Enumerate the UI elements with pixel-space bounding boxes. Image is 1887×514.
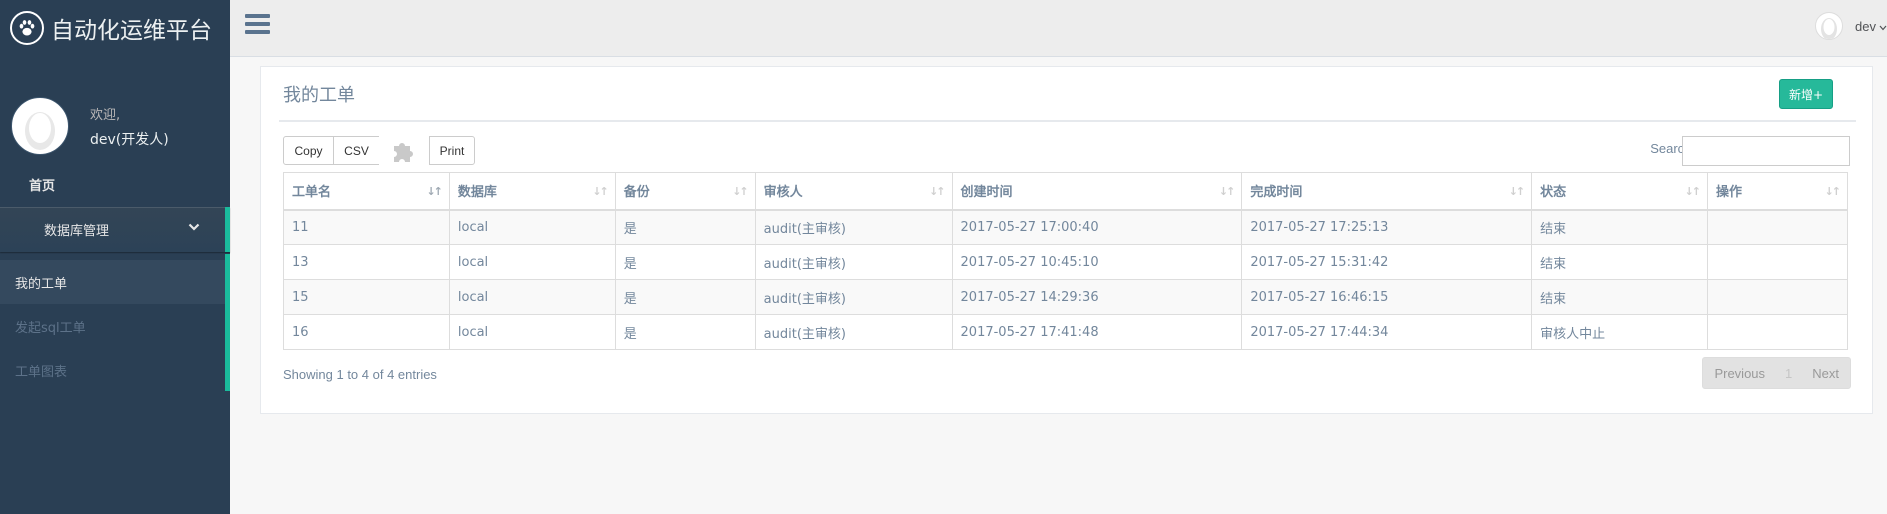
next-page-button[interactable]: Next xyxy=(1801,358,1850,388)
divider xyxy=(279,120,1856,122)
cell-database: local xyxy=(448,314,616,350)
cell-status: 结束 xyxy=(1531,209,1709,245)
cell-created-time: 2017-05-27 17:00:40 xyxy=(951,209,1243,245)
cell-backup: 是 xyxy=(614,314,756,350)
cell-status: 结束 xyxy=(1531,244,1709,280)
sidebar: 自动化运维平台 欢迎, dev(开发人) 首页 数据库管理 我的工单 发起sql… xyxy=(0,0,230,514)
column-header-label: 工单名 xyxy=(292,185,332,201)
cell-ticket-name: 15 xyxy=(283,279,450,315)
table-row: 15 local 是 audit(主审核) 2017-05-27 14:29:3… xyxy=(283,279,1848,315)
cell-status: 审核人中止 xyxy=(1531,314,1709,350)
cell-finished-time: 2017-05-27 16:46:15 xyxy=(1241,279,1533,315)
welcome-text: 欢迎, xyxy=(90,107,121,123)
cell-actions xyxy=(1707,209,1848,245)
cell-reviewer: audit(主审核) xyxy=(754,314,953,350)
profile: 欢迎, dev(开发人) xyxy=(0,56,230,176)
nav-database-management-label: 数据库管理 xyxy=(44,224,110,239)
cell-created-time: 2017-05-27 14:29:36 xyxy=(951,279,1243,315)
cell-reviewer: audit(主审核) xyxy=(754,209,953,245)
cell-database: local xyxy=(448,279,616,315)
cell-backup: 是 xyxy=(614,279,756,315)
cell-ticket-name: 13 xyxy=(283,244,450,280)
column-header-label: 审核人 xyxy=(763,185,803,201)
submenu-new-sql-ticket[interactable]: 发起sql工单 xyxy=(0,304,225,348)
chevron-down-icon xyxy=(188,221,200,236)
sort-icon: ↓↑ xyxy=(1684,185,1702,198)
cell-created-time: 2017-05-27 17:41:48 xyxy=(951,314,1243,350)
column-header-label: 状态 xyxy=(1540,185,1567,201)
table-row: 11 local 是 audit(主审核) 2017-05-27 17:00:4… xyxy=(283,209,1848,245)
copy-button[interactable]: Copy xyxy=(283,136,334,165)
paw-icon xyxy=(10,11,44,45)
cell-database: local xyxy=(448,209,616,245)
cell-database: local xyxy=(448,244,616,280)
column-header-reviewer[interactable]: 审核人 ↓↑ xyxy=(754,172,953,211)
cell-reviewer: audit(主审核) xyxy=(754,244,953,280)
cell-actions xyxy=(1707,314,1848,350)
tickets-table: 工单名 ↓↑ 数据库 ↓↑ 备份 ↓↑ 审核人 ↓↑ 创建时间 ↓↑ 完成时间 ↓↑ 状态 ↓… xyxy=(283,172,1848,350)
cell-actions xyxy=(1707,244,1848,280)
sort-icon: ↓↑ xyxy=(1218,185,1236,198)
column-header-created-time[interactable]: 创建时间 ↓↑ xyxy=(951,172,1243,211)
table-row: 16 local 是 audit(主审核) 2017-05-27 17:41:4… xyxy=(283,314,1848,350)
column-header-label: 创建时间 xyxy=(960,185,1013,201)
tickets-panel: 我的工单 新增+ Copy CSV Print Search: 工单名 ↓↑ 数据… xyxy=(260,66,1873,414)
previous-page-button[interactable]: Previous xyxy=(1703,358,1776,388)
search-input[interactable] xyxy=(1682,136,1850,166)
cell-created-time: 2017-05-27 10:45:10 xyxy=(951,244,1243,280)
cell-finished-time: 2017-05-27 17:44:34 xyxy=(1241,314,1533,350)
topbar: dev xyxy=(230,0,1887,57)
column-header-actions[interactable]: 操作 ↓↑ xyxy=(1707,172,1848,211)
cell-ticket-name: 11 xyxy=(283,209,450,245)
profile-name: dev(开发人) xyxy=(90,131,169,148)
panel-title: 我的工单 xyxy=(283,85,355,106)
column-header-ticket-name[interactable]: 工单名 ↓↑ xyxy=(283,172,450,211)
cell-reviewer: audit(主审核) xyxy=(754,279,953,315)
column-header-label: 完成时间 xyxy=(1250,185,1303,201)
cell-actions xyxy=(1707,279,1848,315)
cell-finished-time: 2017-05-27 15:31:42 xyxy=(1241,244,1533,280)
sort-icon: ↓↑ xyxy=(1508,185,1526,198)
cell-backup: 是 xyxy=(614,244,756,280)
cell-ticket-name: 16 xyxy=(283,314,450,350)
sort-icon: ↓↑ xyxy=(592,185,609,198)
export-buttons: Copy CSV Print xyxy=(283,136,475,165)
avatar xyxy=(12,98,68,154)
table-header-row: 工单名 ↓↑ 数据库 ↓↑ 备份 ↓↑ 审核人 ↓↑ 创建时间 ↓↑ 完成时间 ↓↑ 状态 ↓… xyxy=(283,172,1848,211)
nav-database-management[interactable]: 数据库管理 xyxy=(0,207,230,252)
sort-icon: ↓↑ xyxy=(929,185,946,198)
cell-finished-time: 2017-05-27 17:25:13 xyxy=(1241,209,1533,245)
column-header-status[interactable]: 状态 ↓↑ xyxy=(1531,172,1709,211)
avatar xyxy=(1815,12,1844,40)
print-button[interactable]: Print xyxy=(429,136,475,165)
column-header-finished-time[interactable]: 完成时间 ↓↑ xyxy=(1241,172,1533,211)
submenu-my-tickets[interactable]: 我的工单 xyxy=(0,260,225,304)
column-header-label: 操作 xyxy=(1716,185,1743,201)
topbar-username: dev xyxy=(1855,18,1876,34)
brand-title: 自动化运维平台 xyxy=(51,18,212,44)
user-menu[interactable]: dev xyxy=(1815,12,1887,40)
sort-ascending-icon: ↓↑ xyxy=(426,185,443,198)
column-header-label: 数据库 xyxy=(457,185,497,201)
table-info: Showing 1 to 4 of 4 entries xyxy=(283,367,437,382)
column-header-database[interactable]: 数据库 ↓↑ xyxy=(448,172,616,211)
column-header-backup[interactable]: 备份 ↓↑ xyxy=(614,172,756,211)
sort-icon: ↓↑ xyxy=(732,185,749,198)
add-ticket-button[interactable]: 新增+ xyxy=(1779,79,1833,109)
submenu-ticket-charts[interactable]: 工单图表 xyxy=(0,348,225,392)
nav-home[interactable]: 首页 xyxy=(0,162,230,206)
submenu: 我的工单 发起sql工单 工单图表 xyxy=(0,254,230,391)
chevron-down-icon xyxy=(1879,19,1887,34)
plugin-puzzle-icon xyxy=(379,136,429,165)
brand[interactable]: 自动化运维平台 xyxy=(0,0,230,56)
column-header-label: 备份 xyxy=(623,185,650,201)
pagination: Previous 1 Next xyxy=(1702,357,1851,389)
csv-button[interactable]: CSV xyxy=(333,136,380,165)
table-row: 13 local 是 audit(主审核) 2017-05-27 10:45:1… xyxy=(283,244,1848,280)
sort-icon: ↓↑ xyxy=(1824,185,1842,198)
page-1-button[interactable]: 1 xyxy=(1776,358,1801,388)
cell-status: 结束 xyxy=(1531,279,1709,315)
hamburger-menu-icon[interactable] xyxy=(245,14,270,36)
cell-backup: 是 xyxy=(614,209,756,245)
